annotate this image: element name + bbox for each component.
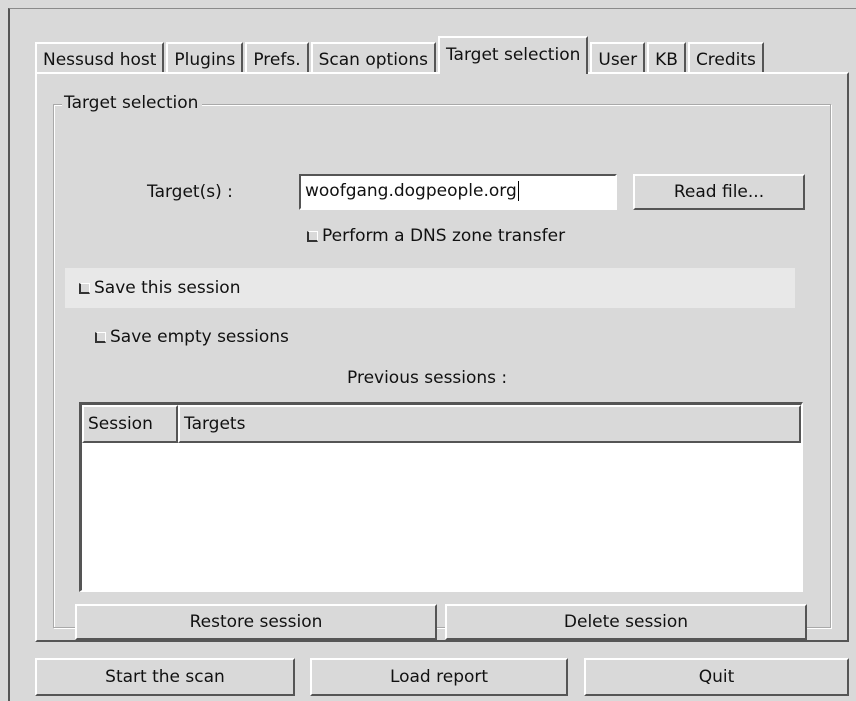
- save-session-checkbox[interactable]: Save this session: [79, 278, 240, 298]
- tab-nessusd-host[interactable]: Nessusd host: [35, 42, 165, 74]
- read-file-button[interactable]: Read file...: [633, 174, 805, 210]
- delete-session-button[interactable]: Delete session: [445, 604, 807, 640]
- tab-scan-options[interactable]: Scan options: [310, 42, 436, 74]
- save-empty-sessions-checkbox[interactable]: Save empty sessions: [95, 327, 289, 347]
- checkbox-icon: [79, 282, 90, 294]
- sessions-list[interactable]: Session Targets: [79, 402, 803, 592]
- checkbox-icon: [307, 230, 318, 242]
- tab-user[interactable]: User: [590, 42, 646, 74]
- tab-kb[interactable]: KB: [647, 42, 686, 74]
- text-cursor: [517, 181, 519, 201]
- previous-sessions-label: Previous sessions :: [347, 368, 508, 388]
- save-empty-sessions-label: Save empty sessions: [110, 327, 289, 347]
- target-selection-page: Target selection Target(s) : woofgang.do…: [35, 72, 849, 642]
- dns-zone-transfer-label: Perform a DNS zone transfer: [322, 226, 566, 246]
- target-input-value: woofgang.dogpeople.org: [305, 181, 517, 201]
- tab-plugins[interactable]: Plugins: [166, 42, 244, 74]
- frame-title: Target selection: [62, 93, 203, 113]
- restore-session-button[interactable]: Restore session: [75, 604, 437, 640]
- tab-prefs[interactable]: Prefs.: [245, 42, 309, 74]
- save-session-label: Save this session: [94, 278, 241, 298]
- load-report-button[interactable]: Load report: [310, 658, 568, 696]
- column-header-session[interactable]: Session: [82, 405, 178, 443]
- column-header-targets[interactable]: Targets: [178, 405, 801, 443]
- tab-target-selection[interactable]: Target selection: [437, 36, 589, 74]
- tab-bar: Nessusd host Plugins Prefs. Scan options…: [35, 36, 766, 74]
- sessions-list-header: Session Targets: [82, 405, 801, 443]
- notebook: Nessusd host Plugins Prefs. Scan options…: [35, 36, 849, 642]
- checkbox-icon: [95, 331, 106, 343]
- quit-button[interactable]: Quit: [584, 658, 849, 696]
- dns-zone-transfer-checkbox[interactable]: Perform a DNS zone transfer: [307, 226, 565, 246]
- target-input[interactable]: woofgang.dogpeople.org: [299, 174, 617, 210]
- start-scan-button[interactable]: Start the scan: [35, 658, 295, 696]
- target-label: Target(s) :: [147, 182, 233, 202]
- tab-credits[interactable]: Credits: [687, 42, 764, 74]
